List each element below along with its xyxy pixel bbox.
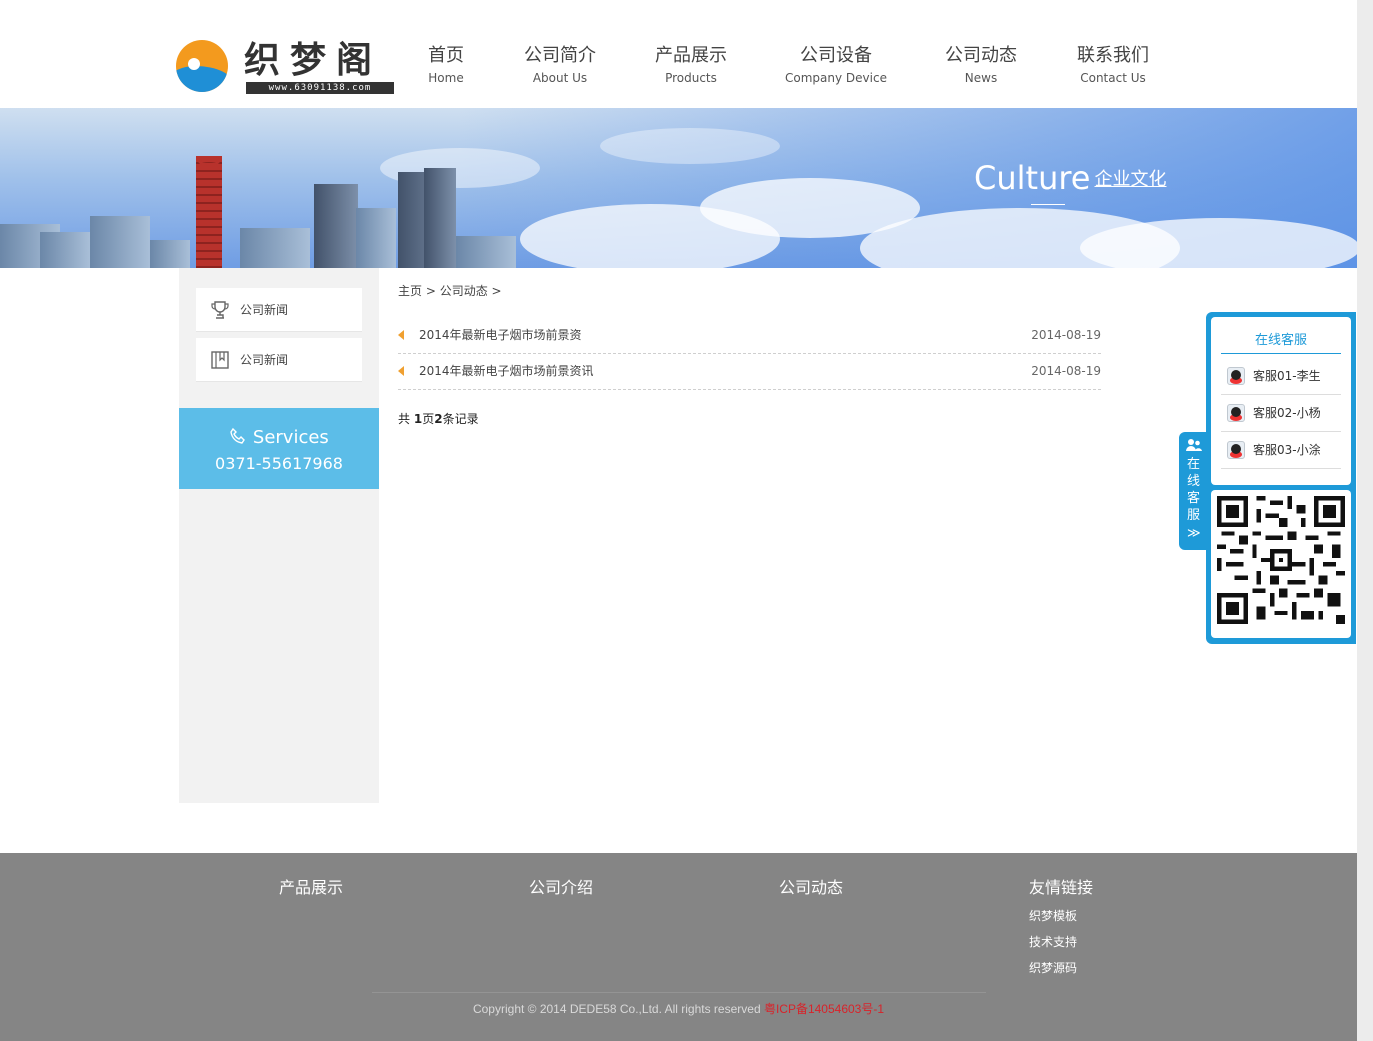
qq-agent-label: 客服01-李生 [1253,369,1321,383]
page: 织梦阁 www.63091138.com 首页 Home 公司简介 About … [0,0,1357,1041]
sidebar-item-label: 公司新闻 [240,353,289,367]
nav-item-device[interactable]: 公司设备 Company Device [784,44,888,87]
footer-link[interactable]: 技术支持 [1029,929,1093,955]
footer-link[interactable]: 织梦模板 [1029,903,1093,929]
footer-divider [372,992,986,993]
nav-label-cn: 公司简介 [524,45,596,66]
online-service-tab[interactable]: 在线客服 ≫ [1179,432,1208,550]
nav-item-news[interactable]: 公司动态 News [941,44,1021,87]
footer-link[interactable]: 织梦源码 [1029,955,1093,981]
breadcrumb-section[interactable]: 公司动态 [440,284,488,298]
footer-col-news: 公司动态 [779,877,843,899]
logo-text: 织梦阁 [244,39,383,81]
article-list: 2014年最新电子烟市场前景资 2014-08-19 2014年最新电子烟市场前… [398,318,1101,390]
article-date: 2014-08-19 [1031,364,1101,378]
nav-label-en: News [964,71,998,85]
services-phone: 0371-55617968 [215,454,343,473]
copyright: Copyright © 2014 DEDE58 Co.,Ltd. All rig… [0,1000,1357,1018]
copyright-text: Copyright © 2014 DEDE58 Co.,Ltd. All rig… [472,1002,764,1016]
pager-suffix: 条记录 [442,412,479,426]
sidebar: 公司新闻 公司新闻 Services 0371-55617968 [179,268,379,803]
qq-icon [1227,441,1245,459]
nav-item-products[interactable]: 产品展示 Products [651,44,731,87]
online-service-panel: 在线客服 客服01-李生 客服02-小杨 客服03-小涂 [1206,312,1356,644]
service-tab-label: 在线客服 [1187,457,1201,523]
qq-agent-1[interactable]: 客服01-李生 [1221,358,1341,395]
nav-label-cn: 公司设备 [800,45,872,66]
nav-label-en: Company Device [785,71,887,85]
banner-subtitle: 企业文化 [1094,169,1167,190]
site-logo[interactable]: 织梦阁 www.63091138.com [176,38,396,94]
nav-label-cn: 首页 [428,45,464,66]
footer-col-products: 产品展示 [279,877,343,899]
trophy-icon [211,301,229,319]
bullet-arrow-icon [398,330,404,340]
icp-link[interactable]: 粤ICP备14054603号-1 [764,1002,884,1016]
services-box: Services 0371-55617968 [179,408,379,489]
pager-mid: 页 [422,412,435,426]
service-list: 在线客服 客服01-李生 客服02-小杨 客服03-小涂 [1211,317,1351,485]
article-date: 2014-08-19 [1031,328,1101,342]
qq-icon [1227,404,1245,422]
qq-agent-label: 客服03-小涂 [1253,443,1321,457]
banner-title-en: Culture [974,159,1091,197]
qq-agent-label: 客服02-小杨 [1253,406,1321,420]
qr-code-box [1211,490,1351,638]
services-title-row: Services [179,426,379,450]
footer-heading[interactable]: 公司介绍 [529,877,593,899]
footer-col-links: 友情链接 织梦模板 技术支持 织梦源码 [1029,877,1093,981]
article-title[interactable]: 2014年最新电子烟市场前景资讯 [419,354,594,388]
banner-underline [1031,204,1065,205]
logo-url: www.63091138.com [246,82,394,94]
pagination-info: 共 1页2条记录 [398,410,479,428]
nav-item-about[interactable]: 公司简介 About Us [520,44,600,87]
nav-item-contact[interactable]: 联系我们 Contact Us [1073,44,1153,87]
bullet-arrow-icon [398,366,404,376]
breadcrumb-home[interactable]: 主页 [398,284,422,298]
users-icon [1186,439,1202,451]
footer-heading[interactable]: 公司动态 [779,877,843,899]
list-item[interactable]: 2014年最新电子烟市场前景资 2014-08-19 [398,318,1101,354]
breadcrumb: 主页 > 公司动态 > [398,282,502,300]
breadcrumb-separator: > [422,284,440,298]
service-title: 在线客服 [1221,331,1341,354]
list-item[interactable]: 2014年最新电子烟市场前景资讯 2014-08-19 [398,354,1101,390]
nav-label-cn: 公司动态 [945,45,1017,66]
nav-label-cn: 产品展示 [655,45,727,66]
nav-label-en: Home [428,71,464,85]
sidebar-item-company-news-2[interactable]: 公司新闻 [196,338,362,382]
pager-records: 2 [434,412,443,426]
tower-graphic [196,156,222,268]
banner-title: Culture 企业文化 [974,158,1166,200]
breadcrumb-separator: > [487,284,502,298]
pager-pages: 1 [413,412,423,426]
qq-icon [1227,367,1245,385]
nav-label-en: About Us [532,71,588,85]
sidebar-item-label: 公司新闻 [240,303,289,317]
logo-mark-icon [176,40,228,92]
footer-col-about: 公司介绍 [529,877,593,899]
double-chevron-icon: ≫ [1187,526,1201,541]
book-icon [211,351,229,369]
footer-heading[interactable]: 产品展示 [279,877,343,899]
qq-agent-2[interactable]: 客服02-小杨 [1221,395,1341,432]
banner: Culture 企业文化 [0,108,1357,268]
nav-label-cn: 联系我们 [1077,45,1149,66]
services-title: Services [252,427,329,448]
nav-label-en: Contact Us [1080,71,1146,85]
qr-code-icon [1217,496,1345,624]
footer: 产品展示 公司介绍 公司动态 友情链接 织梦模板 技术支持 织梦源码 Copyr… [0,853,1357,1041]
article-title[interactable]: 2014年最新电子烟市场前景资 [419,318,582,352]
pager-prefix: 共 [398,412,414,426]
sidebar-item-company-news-1[interactable]: 公司新闻 [196,288,362,332]
footer-heading: 友情链接 [1029,878,1094,897]
nav-label-en: Products [665,71,717,85]
phone-icon [230,427,246,444]
qq-agent-3[interactable]: 客服03-小涂 [1221,432,1341,469]
nav-item-home[interactable]: 首页 Home [424,44,468,87]
window-scrollbar[interactable] [1357,0,1373,1041]
